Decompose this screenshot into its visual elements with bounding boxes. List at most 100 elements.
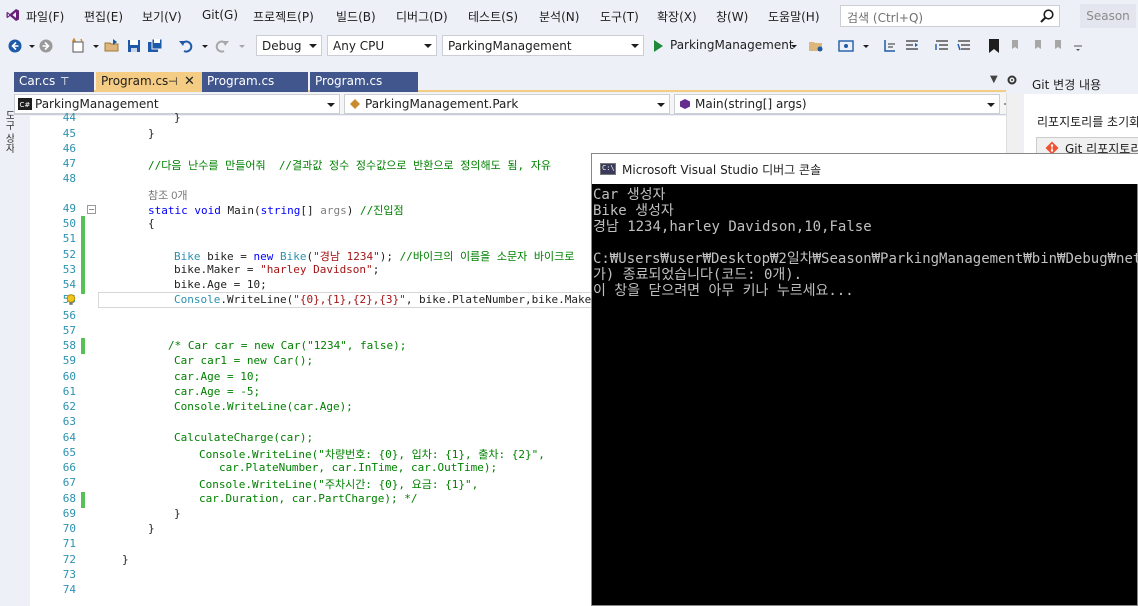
tab-program-cs[interactable]: Program.cs bbox=[310, 72, 418, 92]
code-comment: //다음 난수를 만들어줘 //결과값 정수 정수값으로 반환으로 정의해도 됨… bbox=[148, 159, 551, 172]
menu-analyze[interactable]: 분석(N) bbox=[539, 8, 579, 25]
previous-bookmark-icon[interactable] bbox=[1008, 38, 1024, 54]
line-number: 58 bbox=[62, 339, 76, 352]
code-comment: CalculateCharge(car); bbox=[174, 431, 314, 444]
menu-edit[interactable]: 편집(E) bbox=[84, 8, 123, 25]
standard-toolbar: Debug Any CPU ParkingManagement ParkingM… bbox=[0, 32, 1138, 60]
code-line-writeline: Console.WriteLine("{0},{1},{2},{3}", bik… bbox=[174, 293, 605, 306]
menu-project[interactable]: 프로젝트(P) bbox=[253, 8, 314, 25]
open-file-icon[interactable] bbox=[104, 38, 120, 54]
solution-name-badge[interactable]: Season bbox=[1080, 4, 1136, 28]
next-bookmark-icon[interactable] bbox=[1030, 38, 1046, 54]
browser-link-icon[interactable] bbox=[838, 38, 854, 54]
dropdown-arrow-icon[interactable] bbox=[197, 38, 213, 54]
member-dropdown[interactable]: Main(string[] args) bbox=[674, 94, 1000, 114]
comment-lines-icon[interactable] bbox=[934, 38, 950, 54]
code-comment: Console.WriteLine("주차시간: {0}, 요금: {1}", bbox=[199, 478, 479, 491]
open-folder-icon[interactable] bbox=[808, 38, 824, 54]
redo-icon[interactable] bbox=[214, 38, 230, 54]
dropdown-arrow-icon[interactable] bbox=[786, 38, 802, 54]
menu-help[interactable]: 도움말(H) bbox=[768, 8, 820, 25]
line-number: 45 bbox=[62, 127, 76, 140]
dropdown-arrow-icon[interactable] bbox=[88, 38, 104, 54]
undo-icon[interactable] bbox=[178, 38, 194, 54]
type-dropdown[interactable]: ParkingManagement.Park bbox=[344, 94, 670, 114]
member-name: Main(string[] args) bbox=[695, 97, 807, 111]
menu-debug[interactable]: 디버그(D) bbox=[396, 8, 448, 25]
indicator-margin[interactable] bbox=[14, 116, 30, 606]
configuration-select[interactable]: Debug bbox=[256, 35, 322, 56]
code-line: } bbox=[148, 522, 155, 535]
menu-extensions[interactable]: 확장(X) bbox=[657, 8, 697, 25]
console-title-bar[interactable]: C:\ Microsoft Visual Studio 디버그 콘솔 bbox=[592, 154, 1138, 184]
platform-select[interactable]: Any CPU bbox=[327, 35, 437, 56]
line-number: 59 bbox=[62, 354, 76, 367]
references-codelens[interactable]: 참조 0개 bbox=[148, 187, 188, 203]
string-literal: "경남 1234" bbox=[313, 250, 380, 263]
line-number: 51 bbox=[62, 232, 76, 245]
debug-console-window[interactable]: C:\ Microsoft Visual Studio 디버그 콘솔 Car 생… bbox=[591, 153, 1138, 606]
play-icon bbox=[654, 40, 663, 52]
menu-view[interactable]: 보기(V) bbox=[142, 8, 182, 25]
menu-bar: 파일(F) 편집(E) 보기(V) Git(G) 프로젝트(P) 빌드(B) 디… bbox=[0, 0, 1138, 32]
line-number: 64 bbox=[62, 431, 76, 444]
console-title: Microsoft Visual Studio 디버그 콘솔 bbox=[622, 163, 822, 177]
startup-project-select[interactable]: ParkingManagement bbox=[442, 35, 644, 56]
console-output-line: 경남 1234,harley Davidson,10,False bbox=[593, 219, 872, 235]
toolbox-strip[interactable]: 도구 상자 bbox=[0, 60, 14, 606]
menu-window[interactable]: 창(W) bbox=[716, 8, 748, 25]
code-text: ); bbox=[379, 250, 400, 263]
menu-build[interactable]: 빌드(B) bbox=[336, 8, 376, 25]
tab-program-cs-active[interactable]: Program.cs ⊣ ✕ bbox=[96, 72, 202, 92]
bookmark-icon[interactable] bbox=[986, 38, 1002, 54]
line-number: 63 bbox=[62, 415, 76, 428]
new-project-icon[interactable] bbox=[70, 38, 86, 54]
menu-git[interactable]: Git(G) bbox=[202, 8, 238, 22]
code-comment: Console.WriteLine(car.Age); bbox=[174, 400, 353, 413]
pin-icon[interactable]: ⊤ bbox=[60, 72, 70, 91]
tab-label: Program.cs bbox=[315, 74, 383, 88]
code-text: bike.Maker = bbox=[174, 263, 261, 276]
visual-studio-logo-icon bbox=[6, 9, 19, 21]
platform-value: Any CPU bbox=[333, 39, 385, 53]
save-all-icon[interactable] bbox=[147, 38, 163, 54]
toolbar-options-icon[interactable] bbox=[1070, 38, 1086, 54]
menu-test[interactable]: 테스트(S) bbox=[468, 8, 518, 25]
git-changes-panel-header[interactable]: Git 변경 내용 bbox=[1024, 72, 1138, 94]
clear-bookmarks-icon[interactable] bbox=[1052, 38, 1068, 54]
menu-file[interactable]: 파일(F) bbox=[26, 8, 64, 25]
tab-list-icon[interactable]: ▼ bbox=[990, 74, 998, 85]
line-number: 54 bbox=[62, 278, 76, 291]
code-comment: Car car1 = new Car(); bbox=[174, 354, 314, 367]
search-placeholder: 검색 (Ctrl+Q) bbox=[847, 11, 924, 25]
navigate-forward-icon[interactable] bbox=[38, 38, 54, 54]
collapse-icon[interactable]: − bbox=[87, 205, 96, 214]
pin-icon[interactable]: ⊣ bbox=[168, 72, 178, 91]
step-over-icon[interactable] bbox=[904, 38, 920, 54]
code-comment: Console.WriteLine("차량번호: {0}, 입차: {1}, 출… bbox=[199, 448, 545, 461]
tab-program-cs[interactable]: Program.cs bbox=[202, 72, 308, 92]
uncomment-lines-icon[interactable] bbox=[956, 38, 972, 54]
dropdown-arrow-icon[interactable] bbox=[234, 38, 250, 54]
line-number: 70 bbox=[62, 522, 76, 535]
method-name: Main( bbox=[220, 204, 261, 217]
lightbulb-icon[interactable] bbox=[66, 294, 76, 306]
code-text: ) bbox=[346, 204, 360, 217]
tab-car-cs[interactable]: Car.cs ⊤ bbox=[14, 72, 94, 92]
code-comment: car.Duration, car.PartCharge); */ bbox=[199, 492, 418, 505]
line-number: 50 bbox=[62, 217, 76, 230]
save-icon[interactable] bbox=[126, 38, 142, 54]
chevron-down-icon bbox=[631, 44, 639, 48]
code-line-main-signature: static void Main(string[] args) //진입점 bbox=[148, 202, 404, 218]
close-icon[interactable]: ✕ bbox=[184, 72, 195, 91]
navigate-back-icon[interactable] bbox=[7, 38, 23, 54]
dropdown-arrow-icon[interactable] bbox=[858, 38, 874, 54]
search-input[interactable]: 검색 (Ctrl+Q) bbox=[840, 5, 1060, 27]
keyword: string bbox=[260, 204, 301, 217]
menu-tools[interactable]: 도구(T) bbox=[600, 8, 639, 25]
change-indicator bbox=[81, 338, 85, 354]
keyword: new bbox=[253, 250, 274, 263]
gear-icon[interactable] bbox=[1006, 74, 1018, 86]
hot-reload-icon[interactable] bbox=[882, 38, 898, 54]
code-line: } bbox=[174, 111, 181, 124]
